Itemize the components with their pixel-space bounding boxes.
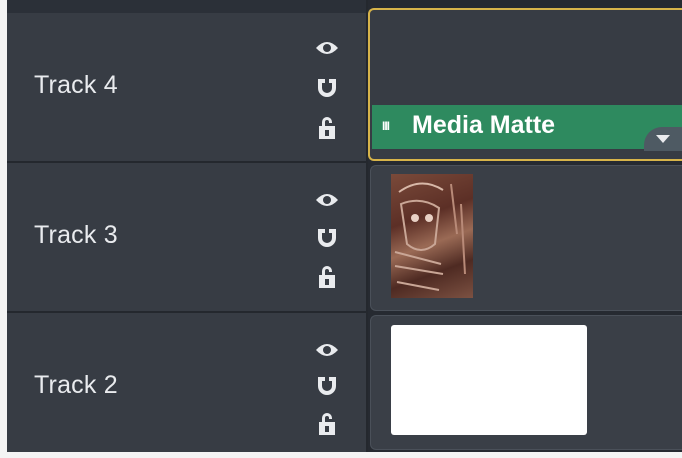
eye-icon[interactable] [309, 189, 345, 211]
eye-icon[interactable] [309, 37, 345, 59]
track-lane-3[interactable] [368, 163, 682, 313]
unlock-icon[interactable] [309, 117, 345, 139]
track-name[interactable]: Track 2 [34, 371, 118, 400]
media-clip[interactable] [370, 165, 682, 311]
selected-track-lane-4[interactable]: III Media Matte [368, 8, 682, 161]
unlock-icon[interactable] [309, 413, 345, 435]
clip-thumbnail-white [391, 325, 587, 435]
clip-label: Media Matte [412, 111, 556, 139]
track-name[interactable]: Track 3 [34, 221, 118, 250]
magnet-icon[interactable] [309, 227, 345, 249]
grip-icon[interactable]: III [382, 119, 390, 133]
track-lane-2[interactable] [368, 313, 682, 452]
track-header-3[interactable]: Track 3 [7, 163, 366, 313]
track-name[interactable]: Track 4 [34, 71, 118, 100]
track-header-4[interactable]: Track 4 [7, 13, 366, 163]
triangle-down-icon[interactable] [644, 127, 682, 151]
magnet-icon[interactable] [309, 77, 345, 99]
media-matte-clip[interactable]: III Media Matte [372, 105, 682, 151]
track-header-2[interactable]: Track 2 [7, 313, 366, 454]
timeline: Track 4 Track 3 Track 2 III Media Matte [0, 0, 682, 458]
media-clip[interactable] [370, 315, 682, 450]
window-bottom-edge [0, 452, 682, 458]
unlock-icon[interactable] [309, 266, 345, 288]
eye-icon[interactable] [309, 339, 345, 361]
clip-thumbnail-image [391, 174, 473, 298]
window-edge [0, 0, 7, 458]
magnet-icon[interactable] [309, 375, 345, 397]
